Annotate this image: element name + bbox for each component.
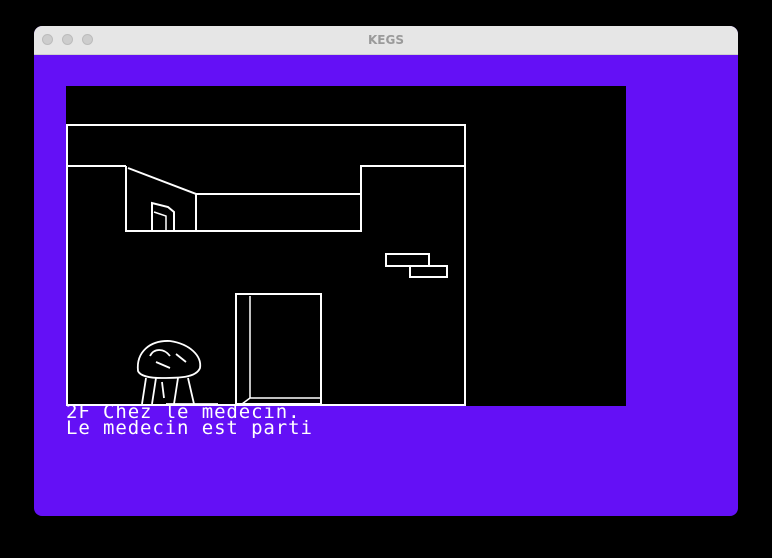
game-screen[interactable] bbox=[66, 86, 626, 406]
shelf-block-top bbox=[385, 253, 430, 267]
scene-drawing bbox=[66, 124, 466, 406]
title-bar[interactable]: KEGS bbox=[34, 26, 738, 55]
status-line-2: Le medecin est parti bbox=[66, 417, 313, 439]
slanted-roof bbox=[127, 167, 361, 231]
wall-opening bbox=[125, 166, 362, 232]
doctor-figure bbox=[137, 340, 218, 405]
emulator-window: KEGS bbox=[34, 26, 738, 516]
shelf-block-bottom bbox=[409, 265, 448, 278]
window-title: KEGS bbox=[368, 33, 404, 47]
door bbox=[235, 293, 322, 405]
small-doorway bbox=[151, 201, 175, 230]
